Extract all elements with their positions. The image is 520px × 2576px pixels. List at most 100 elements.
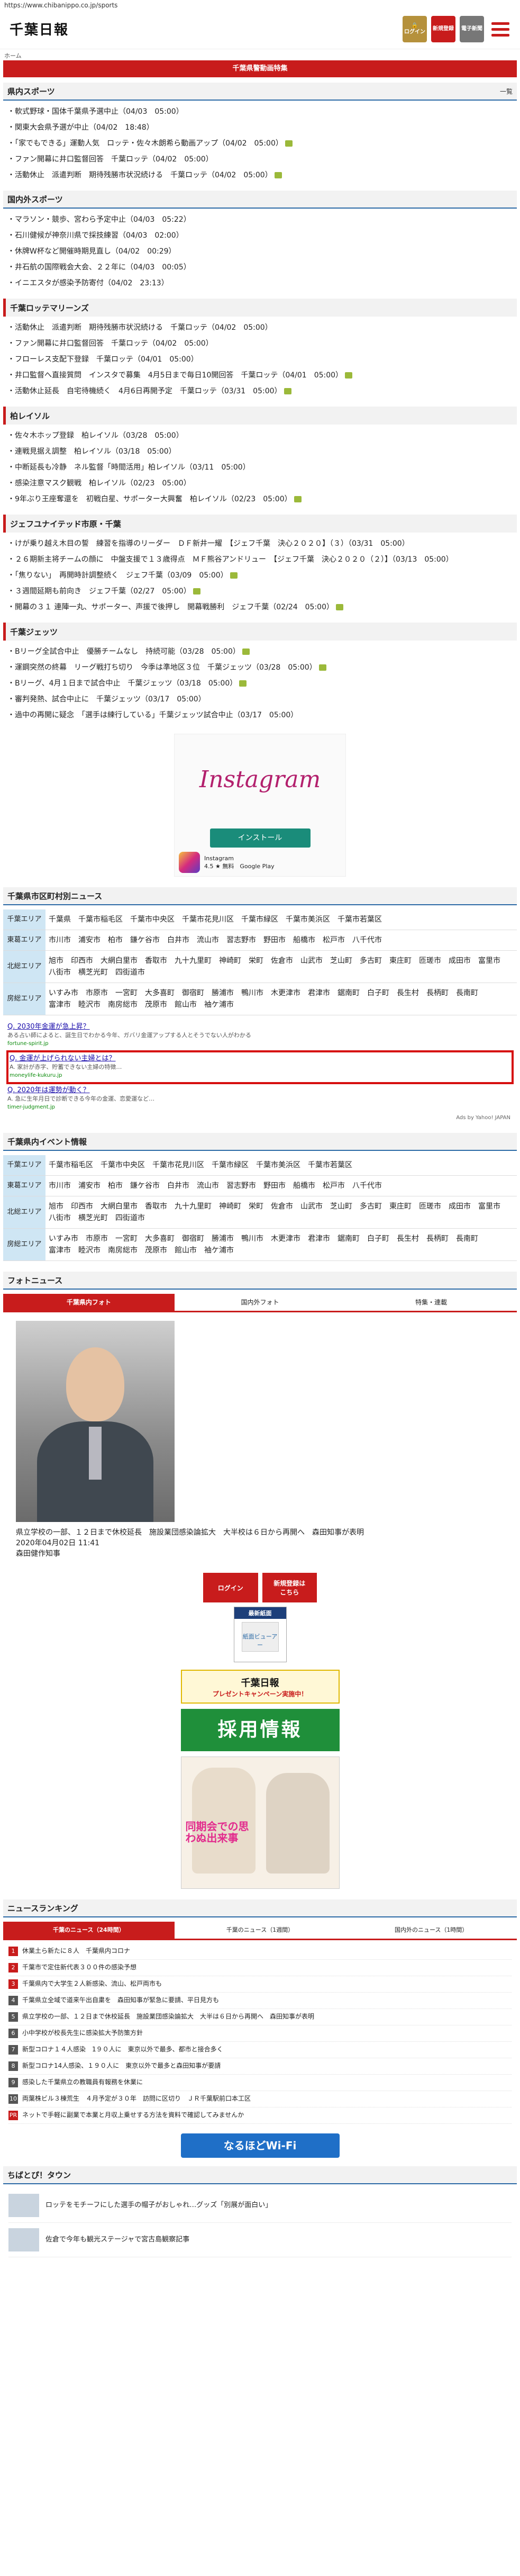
town-link[interactable]: 鎌ケ谷市 [130,1180,160,1192]
town-link[interactable]: 御宿町 [182,987,204,999]
ranking-item[interactable]: 4 千葉県立全域で道来午出自粛を 森田知事が緊急に要請、平日見方も [8,1993,512,2009]
town-link[interactable]: 流山市 [197,1180,219,1192]
town-item[interactable]: ロッテをモチーフにした選手の帽子がおしゃれ…グッズ「別展が面白い」 [8,2188,512,2223]
town-link[interactable]: 千葉市若葉区 [308,1159,352,1171]
recruit-banner[interactable]: 採用情報 [180,1709,340,1751]
town-link[interactable]: いすみ市 [49,1233,78,1245]
town-link[interactable]: 長柄町 [426,1233,449,1245]
town-link[interactable]: 栄町 [249,955,263,967]
town-item[interactable]: 佐倉で今年も観光ステージャで宮古島観察記事 [8,2223,512,2257]
town-link[interactable]: 山武市 [300,955,323,967]
yahoo-credit[interactable]: Ads by Yahoo! JAPAN [6,1114,514,1122]
town-link[interactable]: 八街市 [49,967,71,978]
town-link[interactable]: 長柄町 [426,987,449,999]
town-link[interactable]: 横芝光町 [78,1212,108,1224]
news-item[interactable]: 感染注意マスク観戦 柏レイソル（02/23 05:00） [7,475,513,491]
town-link[interactable]: 千葉市花見川区 [152,1159,204,1171]
town-link[interactable]: 習志野市 [226,1180,256,1192]
town-link[interactable]: 富津市 [49,999,71,1011]
red-feature-banner[interactable]: 千葉県警動画特集 [3,60,517,77]
news-item[interactable]: 休牌W杯など開催時期見直し（04/02 00:29） [7,244,513,259]
town-link[interactable]: 船橋市 [293,934,315,946]
town-link[interactable]: 佐倉市 [271,955,293,967]
google-play-badge[interactable]: Google Play [240,863,274,870]
news-item[interactable]: 中断延長も冷静 ネル監督「時間活用」柏レイソル（03/11 05:00） [7,460,513,475]
news-photo[interactable] [16,1321,175,1522]
town-link[interactable]: 野田市 [263,934,286,946]
town-link[interactable]: 君津市 [308,1233,330,1245]
town-link[interactable]: 匝瑳市 [419,1201,441,1212]
wifi-banner[interactable]: なるほどWi-Fi [180,2133,340,2158]
town-link[interactable]: 鴨川市 [241,987,263,999]
town-link[interactable]: 四街道市 [115,1212,145,1224]
news-item[interactable]: 過中の再開に疑念 「選手は練行している」千葉ジェッツ試合中止（03/17 05:… [7,707,513,723]
town-link[interactable]: 富里市 [478,1201,500,1212]
town-link[interactable]: 多古町 [360,1201,382,1212]
town-link[interactable]: 浦安市 [78,1180,101,1192]
town-link[interactable]: 佐倉市 [271,1201,293,1212]
ranking-ad-item[interactable]: PR ネットで手軽に副業で本業と月収上乗せする方法を資料で確認してみませんか [8,2107,512,2124]
news-item[interactable]: 運鋼突然の終幕 リーグ戦打ち切り 今季は準地区３位 千葉ジェッツ（03/28 0… [7,660,513,675]
town-link[interactable]: 横芝光町 [78,967,108,978]
town-link[interactable]: 野田市 [263,1180,286,1192]
town-link[interactable]: 千葉市美浜区 [256,1159,300,1171]
town-link[interactable]: 南房総市 [108,1245,138,1256]
ad-link[interactable]: Q. 2020年は運勢が動く？ A. 急に生年月日で診断できる今年の金運、恋愛運な… [6,1084,514,1114]
town-link[interactable]: 船橋市 [293,1180,315,1192]
menu-hamburger-icon[interactable] [488,17,513,41]
town-link[interactable]: 鎌ケ谷市 [130,934,160,946]
town-link[interactable]: 白子町 [367,987,389,999]
town-link[interactable]: 一宮町 [115,987,138,999]
town-link[interactable]: 勝浦市 [212,987,234,999]
news-item[interactable]: 石川健候が神奈川県で採技練習（04/03 02:00） [7,228,513,244]
news-item[interactable]: けが乗り越え木目の誓 練習を指導のリーダー ＤＦ新井一耀 【ジェフ千葉 決心２０… [7,536,513,552]
manga-ad-banner[interactable]: 同期会での思わぬ出来事 [180,1757,340,1889]
breadcrumb[interactable]: ホーム [0,49,520,60]
town-link[interactable]: 芝山町 [330,955,352,967]
town-link[interactable]: 白井市 [167,934,189,946]
side-register-button[interactable]: 新規登録は こちら [262,1573,317,1602]
town-link[interactable]: 松戸市 [323,934,345,946]
site-logo[interactable]: 千葉日報 [10,19,69,39]
tab-features[interactable]: 特集・連載 [345,1294,517,1311]
browser-url[interactable]: https://www.chibanippo.co.jp/sports [0,0,520,12]
news-item[interactable]: 「焦りない」 再開時計調整続く ジェフ千葉（03/09 05:00） [7,568,513,583]
town-link[interactable]: 九十九里町 [175,1201,212,1212]
tab-domestic-1h[interactable]: 国内外のニュース（1時間） [345,1922,517,1939]
news-item[interactable]: 活動休止延長 自宅待機続く 4月6日再開予定 千葉ロッテ（03/31 05:00… [7,383,513,399]
town-link[interactable]: 八千代市 [352,1180,382,1192]
sports-more-link[interactable]: 一覧 [500,87,513,96]
town-link[interactable]: 御宿町 [182,1233,204,1245]
ad-link[interactable]: Q. 2030年金運が急上昇？ ある占い師によると、誕生日でわかる今年、ガバリ金運… [6,1021,514,1050]
town-link[interactable]: 袖ケ浦市 [204,999,234,1011]
ranking-item[interactable]: 6 小中学校が校長先生に感染拡大予防策方針 [8,2025,512,2042]
town-link[interactable]: 千葉市花見川区 [182,914,234,925]
news-item[interactable]: 開幕の３１ 連陣一丸、サポーター、声援で後押し 開幕戦勝利 ジェフ千葉（02/2… [7,599,513,615]
town-link[interactable]: 木更津市 [271,1233,300,1245]
news-item[interactable]: マラソン・競歩、宮わら予定中止（04/03 05:22） [7,212,513,228]
town-link[interactable]: 千葉市美浜区 [286,914,330,925]
town-link[interactable]: 成田市 [449,955,471,967]
photo-caption[interactable]: 県立学校の一部、１２日まで休校延長 施設業団感染論拡大 大半校は６日から再開へ … [3,1522,517,1564]
ranking-item[interactable]: 1 休業土ら新たに８人 千葉県内コロナ [8,1943,512,1960]
town-link[interactable]: 四街道市 [115,967,145,978]
news-item[interactable]: 活動休止 派遣判断 期待残勝市状況続ける 千葉ロッテ（04/02 05:00） [7,320,513,336]
town-link[interactable]: 市原市 [86,1233,108,1245]
news-item[interactable]: フローレス支配下登録 千葉ロッテ（04/01 05:00） [7,352,513,367]
register-button[interactable]: 新規登録 [431,16,455,42]
town-link[interactable]: 浦安市 [78,934,101,946]
town-link[interactable]: 流山市 [197,934,219,946]
ranking-item[interactable]: 9 感染した千葉県立の教職員有報務を休業に [8,2075,512,2091]
news-item[interactable]: ファン開幕に井口監督回答 千葉ロッテ（04/02 05:00） [7,336,513,352]
town-link[interactable]: 大多喜町 [145,987,175,999]
tab-chiba-week[interactable]: 千葉のニュース（1週間） [174,1922,346,1939]
news-item[interactable]: 井口監督へ直接質問 インスタで募集 4月5日まで毎日10開回答 千葉ロッテ（04… [7,367,513,383]
town-link[interactable]: 君津市 [308,987,330,999]
ranking-item[interactable]: 5 県立学校の一部、１２日まで休校延長 施設業団感染論拡大 大半は６日から再開へ … [8,2009,512,2025]
town-link[interactable]: 南房総市 [108,999,138,1011]
town-link[interactable]: 千葉市稲毛区 [78,914,123,925]
ranking-item[interactable]: 2 千葉市で定住新代表３００件の感染予想 [8,1960,512,1976]
town-link[interactable]: 習志野市 [226,934,256,946]
town-link[interactable]: 茂原市 [145,1245,167,1256]
town-link[interactable]: 香取市 [145,1201,167,1212]
